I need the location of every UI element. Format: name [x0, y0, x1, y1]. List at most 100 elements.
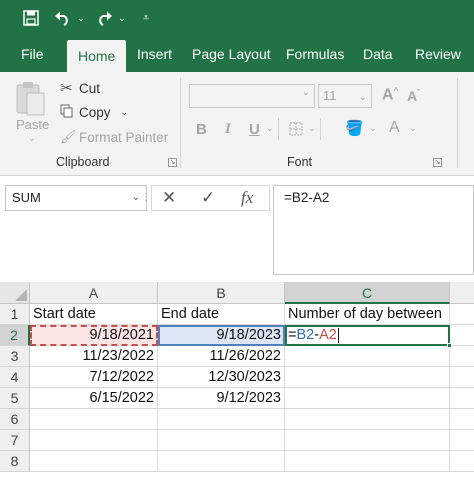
cell-d4[interactable]: [450, 367, 474, 388]
row-header-1[interactable]: 1: [0, 304, 30, 325]
name-box[interactable]: SUM ⌄: [5, 185, 147, 211]
column-header-a[interactable]: A: [30, 282, 158, 304]
borders-icon[interactable]: [289, 122, 303, 139]
formula-bar: SUM ⌄ ⋮ ✕ ✓ fx =B2-A2: [0, 176, 474, 282]
redo-icon[interactable]: [93, 6, 115, 30]
insert-function-icon[interactable]: fx: [241, 186, 253, 210]
row-header-5[interactable]: 5: [0, 388, 30, 409]
cell-c4[interactable]: [285, 367, 450, 388]
cell-b7[interactable]: [158, 430, 285, 451]
cell-d1[interactable]: [450, 304, 474, 325]
cell-a7[interactable]: [30, 430, 158, 451]
cell-d8[interactable]: [450, 451, 474, 472]
paste-icon[interactable]: [14, 80, 48, 121]
cell-b1[interactable]: End date: [158, 304, 285, 325]
cell-a3[interactable]: 11/23/2022: [30, 346, 158, 367]
cell-b4[interactable]: 12/30/2023: [158, 367, 285, 388]
shrink-font-button[interactable]: Aˇ: [407, 88, 420, 104]
cell-c8[interactable]: [285, 451, 450, 472]
cell-a1[interactable]: Start date: [30, 304, 158, 325]
cell-d5[interactable]: [450, 388, 474, 409]
tab-file[interactable]: File: [21, 37, 44, 72]
formula-input[interactable]: =B2-A2: [273, 185, 474, 275]
paste-button[interactable]: Paste: [16, 117, 49, 132]
tab-home[interactable]: Home: [67, 40, 127, 72]
undo-dropdown-icon[interactable]: ⌄: [75, 6, 87, 30]
formula-buttons: ✕ ✓ fx: [151, 185, 270, 211]
cell-c6[interactable]: [285, 409, 450, 430]
enter-icon[interactable]: ✓: [201, 186, 215, 210]
copy-button[interactable]: Copy ⌄: [60, 104, 128, 121]
bold-button[interactable]: B: [196, 121, 207, 138]
shrink-font-letter: A: [407, 88, 418, 104]
clipboard-launcher-icon[interactable]: ↘: [168, 158, 177, 167]
column-header-b[interactable]: B: [158, 282, 285, 304]
font-size-value: 11: [323, 88, 337, 103]
font-color-button[interactable]: A: [389, 119, 400, 137]
column-header-d[interactable]: [450, 282, 474, 304]
font-name-select[interactable]: ⌄: [189, 84, 315, 108]
paintbrush-icon: 🖌: [60, 129, 77, 144]
ribbon-divider: [457, 78, 458, 168]
cell-b3[interactable]: 11/26/2022: [158, 346, 285, 367]
more-options-icon[interactable]: ⋮: [141, 192, 151, 203]
select-all-corner[interactable]: [0, 282, 30, 304]
fill-handle[interactable]: [447, 343, 452, 348]
row-header-2[interactable]: 2: [0, 325, 30, 346]
cell-c7[interactable]: [285, 430, 450, 451]
row-header-6[interactable]: 6: [0, 409, 30, 430]
cell-b2[interactable]: 9/18/2023: [158, 325, 285, 346]
cell-d2[interactable]: [450, 325, 474, 346]
cut-button[interactable]: ✂ Cut: [60, 79, 100, 97]
customize-toolbar-icon[interactable]: ⩡: [138, 6, 154, 30]
save-icon[interactable]: [18, 6, 44, 30]
font-launcher-icon[interactable]: ↘: [433, 158, 442, 167]
cell-a8[interactable]: [30, 451, 158, 472]
cell-c1[interactable]: Number of day between: [285, 304, 450, 325]
cell-b6[interactable]: [158, 409, 285, 430]
format-painter-button[interactable]: 🖌 Format Painter: [60, 129, 168, 145]
copy-label: Copy: [79, 105, 111, 120]
scissors-icon: ✂: [60, 80, 73, 97]
tab-formulas[interactable]: Formulas: [286, 37, 344, 72]
font-color-dropdown-icon[interactable]: ⌄: [409, 123, 417, 134]
copy-dropdown-icon[interactable]: ⌄: [121, 107, 129, 118]
cell-c3[interactable]: [285, 346, 450, 367]
cell-d6[interactable]: [450, 409, 474, 430]
row-header-7[interactable]: 7: [0, 430, 30, 451]
cell-a5[interactable]: 6/15/2022: [30, 388, 158, 409]
row-header-8[interactable]: 8: [0, 451, 30, 472]
fill-color-dropdown-icon[interactable]: ⌄: [369, 123, 377, 134]
column-header-c[interactable]: C: [285, 282, 450, 304]
underline-dropdown-icon[interactable]: ⌄: [266, 123, 274, 134]
tab-insert[interactable]: Insert: [137, 37, 172, 72]
cell-d7[interactable]: [450, 430, 474, 451]
tab-data[interactable]: Data: [363, 37, 393, 72]
font-size-select[interactable]: 11 ⌄: [318, 84, 372, 108]
undo-icon[interactable]: [52, 6, 74, 30]
italic-button[interactable]: I: [225, 121, 231, 138]
tab-page-layout[interactable]: Page Layout: [192, 37, 271, 72]
cell-d3[interactable]: [450, 346, 474, 367]
cancel-icon[interactable]: ✕: [162, 186, 176, 210]
cell-c2-active[interactable]: =B2-A2: [285, 325, 450, 346]
row-header-3[interactable]: 3: [0, 346, 30, 367]
grow-font-button[interactable]: A^: [382, 86, 398, 104]
chevron-down-icon: ⌄: [358, 92, 367, 103]
grow-font-letter: A: [382, 86, 394, 104]
paste-dropdown-icon[interactable]: ⌄: [28, 133, 36, 144]
cell-a6[interactable]: [30, 409, 158, 430]
fill-color-icon[interactable]: 🪣: [345, 119, 364, 137]
cell-b5[interactable]: 9/12/2023: [158, 388, 285, 409]
clipboard-group-label: Clipboard: [56, 155, 110, 169]
row-header-4[interactable]: 4: [0, 367, 30, 388]
underline-button[interactable]: U: [249, 121, 260, 138]
cell-a2[interactable]: 9/18/2021: [30, 325, 158, 346]
cell-a4[interactable]: 7/12/2022: [30, 367, 158, 388]
borders-dropdown-icon[interactable]: ⌄: [308, 123, 316, 134]
cell-b8[interactable]: [158, 451, 285, 472]
tab-review[interactable]: Review: [415, 37, 461, 72]
redo-dropdown-icon[interactable]: ⌄: [116, 6, 128, 30]
ribbon: Paste ⌄ ✂ Cut Copy ⌄ 🖌 Format Painter Cl…: [0, 72, 474, 176]
cell-c5[interactable]: [285, 388, 450, 409]
